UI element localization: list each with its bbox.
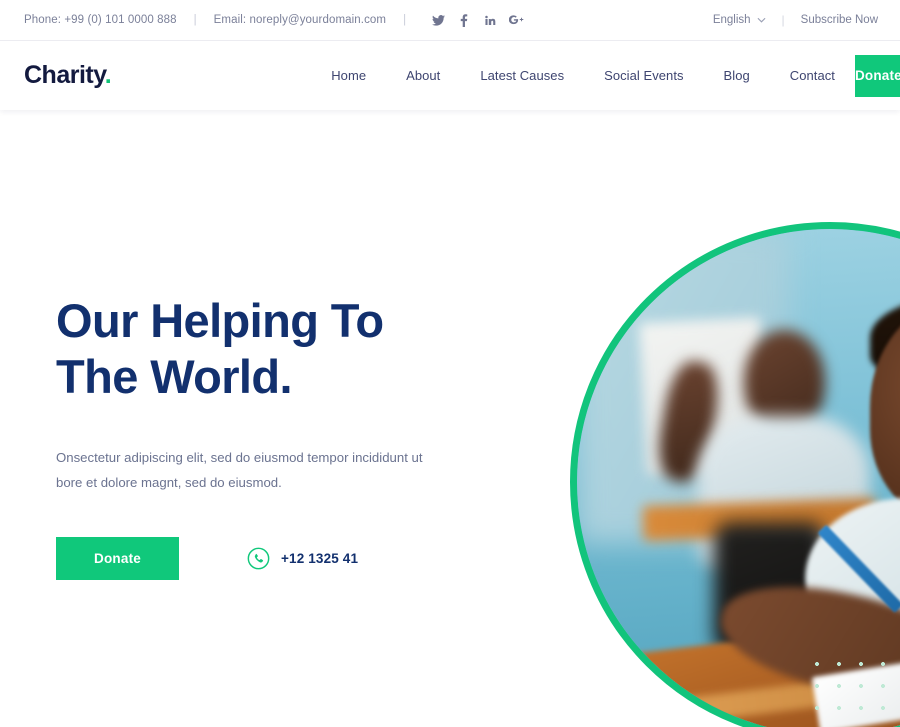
hero-content: Our Helping To The World. Onsectetur adi… xyxy=(56,293,526,580)
logo-dot: . xyxy=(104,61,112,89)
separator-1: | xyxy=(193,14,197,26)
hero-section: Our Helping To The World. Onsectetur adi… xyxy=(0,110,900,727)
nav-item-about[interactable]: About xyxy=(386,68,460,83)
separator-2: | xyxy=(403,14,407,26)
hero-heading-line-2: The World. xyxy=(56,350,293,403)
nav-item-contact[interactable]: Contact xyxy=(770,68,855,83)
top-bar-right: English | Subscribe Now xyxy=(713,13,878,27)
header-donate-button[interactable]: Donate xyxy=(854,54,900,97)
separator-3: | xyxy=(781,13,785,27)
top-bar-left: Phone: +99 (0) 101 0000 888 | Email: nor… xyxy=(24,11,529,29)
linkedin-icon[interactable] xyxy=(477,11,503,29)
page-root: Phone: +99 (0) 101 0000 888 | Email: nor… xyxy=(0,0,900,727)
hero-heading-line-1: Our Helping To xyxy=(56,294,384,347)
phone-circle-icon xyxy=(247,547,270,570)
googleplus-icon[interactable] xyxy=(503,11,529,29)
logo-text: Charity xyxy=(24,61,105,89)
language-label: English xyxy=(712,14,751,26)
hero-phone-number: +12 1325 41 xyxy=(281,551,359,566)
site-header: Charity. Home About Latest Causes Social… xyxy=(0,41,900,110)
social-links xyxy=(425,11,529,29)
facebook-icon[interactable] xyxy=(451,11,477,29)
subscribe-link[interactable]: Subscribe Now xyxy=(801,14,878,26)
hero-paragraph: Onsectetur adipiscing elit, sed do eiusm… xyxy=(56,450,423,490)
decorative-dot-grid xyxy=(804,649,900,727)
phone-label: Phone: +99 (0) 101 0000 888 xyxy=(24,14,177,26)
nav-item-blog[interactable]: Blog xyxy=(704,68,770,83)
nav-item-social-events[interactable]: Social Events xyxy=(584,68,703,83)
logo[interactable]: Charity. xyxy=(24,61,112,90)
hero-phone-link[interactable]: +12 1325 41 xyxy=(247,547,358,570)
hero-cta-row: Donate +12 1325 41 xyxy=(56,537,526,580)
hero-heading: Our Helping To The World. xyxy=(56,293,526,405)
nav-item-latest-causes[interactable]: Latest Causes xyxy=(460,68,584,83)
main-navigation: Home About Latest Causes Social Events B… xyxy=(311,68,855,83)
top-bar: Phone: +99 (0) 101 0000 888 | Email: nor… xyxy=(0,0,900,41)
nav-item-home[interactable]: Home xyxy=(311,68,386,83)
language-selector[interactable]: English xyxy=(713,14,766,26)
hero-donate-button[interactable]: Donate xyxy=(56,537,179,580)
email-label: Email: noreply@yourdomain.com xyxy=(213,14,387,26)
twitter-icon[interactable] xyxy=(425,11,451,29)
chevron-down-icon xyxy=(757,17,766,23)
